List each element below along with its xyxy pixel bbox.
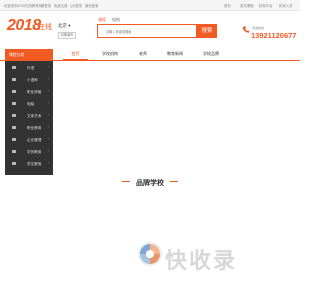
- category-icon: [12, 90, 16, 93]
- wechat-login-link[interactable]: 微信登录: [85, 3, 99, 8]
- top-publish-link[interactable]: 发布课程: [240, 3, 254, 8]
- category-icon: [12, 66, 16, 69]
- search-input[interactable]: [106, 28, 191, 35]
- category-icon: [12, 162, 16, 165]
- welcome-text: 欢迎来到2018在线教育网！: [4, 4, 46, 8]
- sidebar-item-label: 学生教育: [27, 161, 42, 166]
- category-icon: [12, 150, 16, 153]
- site-logo[interactable]: 2018: [7, 17, 41, 35]
- nav-active-indicator: [63, 59, 88, 61]
- category-icon: [12, 78, 16, 81]
- sidebar-item-computer[interactable]: 电脑 ›: [5, 98, 53, 110]
- chevron-right-icon: ›: [47, 149, 49, 153]
- sidebar-item-degree[interactable]: 学历教育 ›: [5, 146, 53, 158]
- nav-schools[interactable]: 学校机构: [102, 51, 118, 57]
- sidebar-item-label: 外语: [27, 65, 35, 70]
- sidebar-item-foreign-language[interactable]: 外语 ›: [5, 62, 53, 74]
- top-platform-link[interactable]: 机构平台: [259, 3, 273, 8]
- sidebar-item-label: 企业管理: [27, 137, 42, 142]
- register-link[interactable]: 免费注册: [54, 3, 68, 8]
- chevron-down-icon: ▾: [67, 23, 71, 28]
- computer-icon: [12, 102, 16, 105]
- category-sidebar-title: 课程分类: [9, 53, 25, 57]
- chevron-right-icon: ›: [47, 77, 49, 81]
- category-icon: [12, 126, 16, 129]
- nav-news[interactable]: 教育新闻: [167, 51, 183, 57]
- search-box: [97, 24, 197, 38]
- search-tab-course[interactable]: 课程: [98, 17, 106, 23]
- city-label[interactable]: 北京 ▾: [58, 23, 71, 29]
- category-icon: [12, 114, 16, 117]
- nav-teachers[interactable]: 老师: [139, 51, 147, 57]
- site-logo-cn: 在线: [38, 24, 52, 31]
- watermark-logo-icon: [138, 242, 162, 266]
- sidebar-item-management[interactable]: 企业管理 ›: [5, 134, 53, 146]
- chevron-right-icon: ›: [47, 89, 49, 93]
- top-home-link[interactable]: 首页: [224, 3, 231, 8]
- sidebar-item-label: 文体艺术: [27, 113, 42, 118]
- section-title: 品牌学校: [136, 180, 164, 187]
- search-button[interactable]: 搜索: [197, 24, 217, 38]
- chevron-right-icon: ›: [47, 161, 49, 165]
- top-bar: 欢迎来到2018在线教育网！ 请登录 免费注册 QQ登录 微信登录 首页 发布课…: [0, 0, 300, 11]
- sidebar-item-vocational[interactable]: 职业教育 ›: [5, 122, 53, 134]
- top-join-link[interactable]: 机构入驻: [279, 3, 293, 8]
- sidebar-item-label: 小语种: [27, 77, 38, 82]
- sidebar-item-label: 职业资格: [27, 89, 42, 94]
- chevron-right-icon: ›: [47, 101, 49, 105]
- chevron-right-icon: ›: [47, 65, 49, 69]
- category-icon: [12, 138, 16, 141]
- nav-brands[interactable]: 学校品牌: [203, 51, 219, 57]
- chevron-right-icon: ›: [47, 137, 49, 141]
- category-sidebar-header: 课程分类: [5, 49, 53, 61]
- chevron-right-icon: ›: [47, 113, 49, 117]
- sidebar-item-student[interactable]: 学生教育 ›: [5, 158, 53, 170]
- login-link[interactable]: 请登录: [41, 3, 51, 8]
- phone-icon: [242, 26, 250, 33]
- switch-city-button[interactable]: 切换城市: [58, 32, 76, 39]
- sidebar-item-arts[interactable]: 文体艺术 ›: [5, 110, 53, 122]
- search-tab-org[interactable]: 机构: [112, 17, 120, 23]
- sidebar-item-minor-language[interactable]: 小语种 ›: [5, 74, 53, 86]
- watermark-text: 快收录: [165, 248, 238, 273]
- section-title-line-right: [170, 181, 178, 182]
- sidebar-item-label: 职业教育: [27, 125, 42, 130]
- sidebar-item-qualification[interactable]: 职业资格 ›: [5, 86, 53, 98]
- qq-login-link[interactable]: QQ登录: [70, 3, 82, 8]
- hotline-number: 13921120677: [251, 31, 297, 40]
- chevron-right-icon: ›: [47, 125, 49, 129]
- hotline-label: 咨询热线: [252, 26, 265, 30]
- sidebar-item-label: 学历教育: [27, 149, 42, 154]
- sidebar-item-label: 电脑: [27, 101, 35, 106]
